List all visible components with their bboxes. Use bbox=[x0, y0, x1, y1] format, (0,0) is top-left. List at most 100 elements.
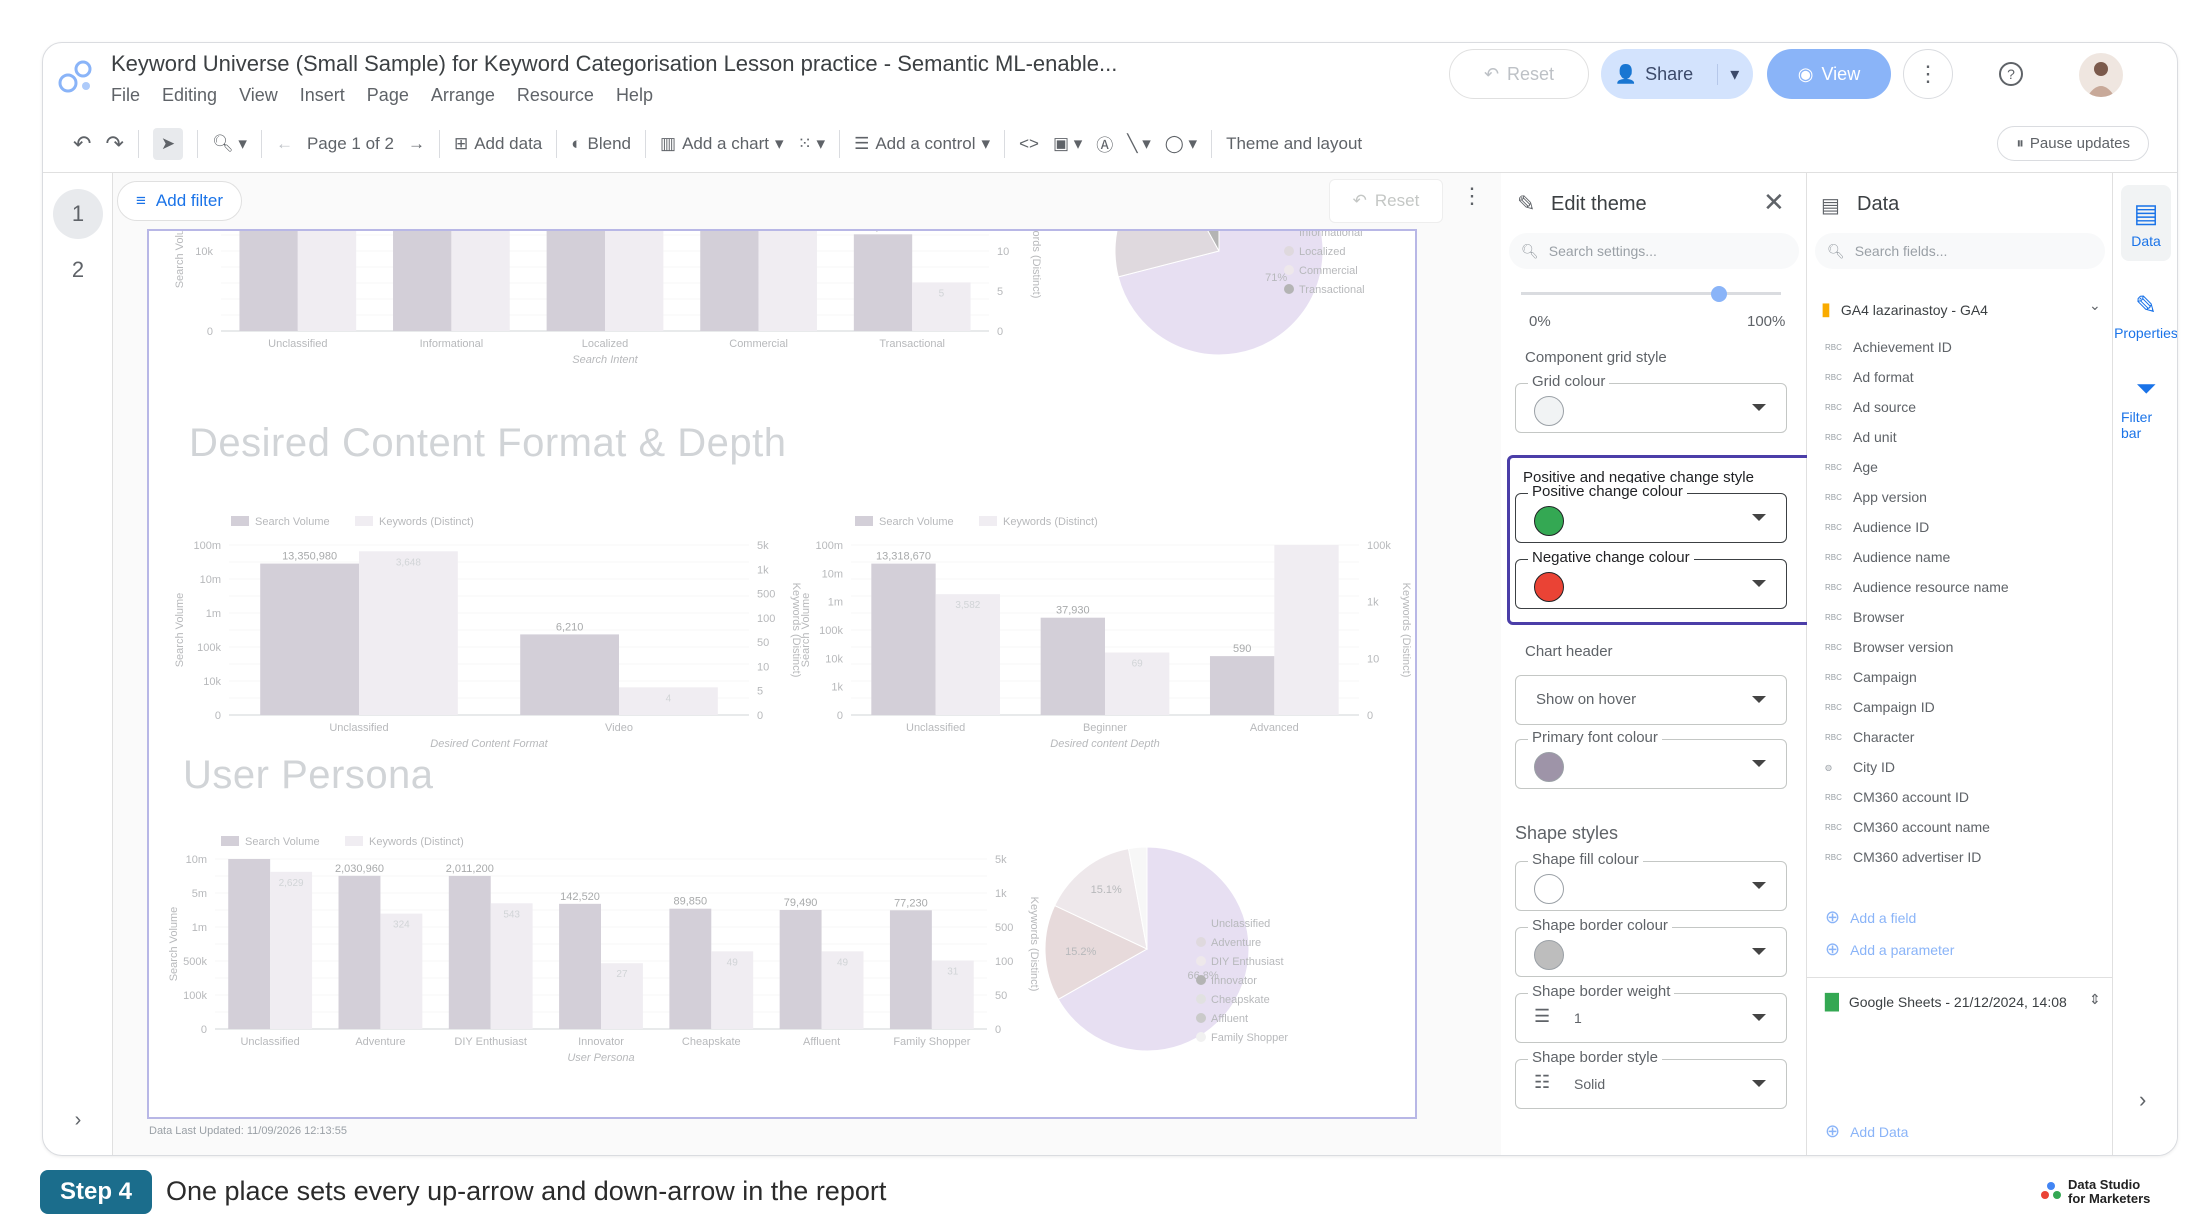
shape-border-weight-select[interactable]: Shape border weight ☰ 1 bbox=[1515, 983, 1787, 1043]
brand-logo: Data Studio for Marketers bbox=[2040, 1178, 2150, 1206]
data-field-item[interactable]: RBC Audience resource name bbox=[1825, 579, 2009, 595]
menu-file[interactable]: File bbox=[111, 85, 140, 106]
data-field-label: Achievement ID bbox=[1853, 339, 1952, 355]
filter-icon: ⏷ bbox=[2135, 373, 2157, 403]
data-field-item[interactable]: ◍ City ID bbox=[1825, 759, 1895, 775]
looker-studio-logo[interactable] bbox=[57, 57, 95, 95]
field-search-input[interactable]: 🔍︎ Search fields... bbox=[1815, 233, 2105, 269]
blend-button[interactable]: ◐ Blend bbox=[571, 134, 631, 154]
primary-font-colour-picker[interactable]: Primary font colour bbox=[1515, 729, 1787, 789]
share-button[interactable]: 👤 Share ▾ bbox=[1601, 49, 1753, 99]
data-field-item[interactable]: RBC Ad unit bbox=[1825, 429, 1897, 445]
data-field-item[interactable]: RBC Browser version bbox=[1825, 639, 1953, 655]
menu-insert[interactable]: Insert bbox=[300, 85, 345, 106]
data-field-item[interactable]: RBC Ad format bbox=[1825, 369, 1914, 385]
rail-data-tab[interactable]: ▤ Data bbox=[2121, 185, 2171, 261]
source-expand-icon[interactable]: ⇕ bbox=[2089, 991, 2101, 1008]
chevron-down-icon bbox=[1752, 1080, 1766, 1087]
menu-page[interactable]: Page bbox=[367, 85, 409, 106]
shape-icon[interactable]: ◯ ▾ bbox=[1165, 134, 1197, 154]
canvas-more-icon[interactable]: ⋮ bbox=[1461, 183, 1483, 209]
add-field-button[interactable]: ⊕ Add a field bbox=[1825, 907, 1916, 928]
add-parameter-button[interactable]: ⊕ Add a parameter bbox=[1825, 939, 1954, 960]
undo-arrow-icon: ↶ bbox=[1352, 191, 1367, 210]
data-source-selector[interactable]: ▮ GA4 lazarinastoy - GA4 bbox=[1821, 299, 1988, 320]
positive-colour-picker[interactable]: Positive change colour bbox=[1515, 483, 1787, 543]
data-field-item[interactable]: RBC App version bbox=[1825, 489, 1927, 505]
shape-fill-colour-label: Shape fill colour bbox=[1528, 851, 1643, 868]
collapse-panel-icon[interactable]: › bbox=[2139, 1087, 2146, 1113]
report-title[interactable]: Keyword Universe (Small Sample) for Keyw… bbox=[111, 51, 1117, 77]
page-thumb-2[interactable]: 2 bbox=[53, 245, 103, 295]
avatar[interactable] bbox=[2079, 53, 2123, 97]
close-icon[interactable]: ✕ bbox=[1763, 187, 1785, 218]
sheets-source-selector[interactable]: ▇ Google Sheets - 21/12/2024, 14:08 bbox=[1825, 991, 2067, 1012]
undo-icon[interactable]: ↶ bbox=[73, 131, 91, 157]
text-type-icon: RBC bbox=[1825, 492, 1842, 502]
rail-filter-bar-tab[interactable]: ⏷ Filter bar bbox=[2121, 369, 2171, 445]
rail-properties-tab[interactable]: ✎ Properties bbox=[2114, 277, 2177, 353]
legend-label-sv: Search Volume bbox=[879, 516, 954, 528]
pie-legend-label: Cheapskate bbox=[1211, 994, 1270, 1006]
y-axis-label-left: Search Volume bbox=[174, 593, 186, 668]
prev-page-icon[interactable]: ← bbox=[276, 134, 293, 154]
shape-border-style-select[interactable]: Shape border style ☷ Solid bbox=[1515, 1049, 1787, 1109]
pause-updates-button[interactable]: ⏸ Pause updates bbox=[1997, 126, 2149, 161]
divider bbox=[839, 129, 841, 158]
add-data-panel-button[interactable]: ⊕ Add Data bbox=[1825, 1121, 1908, 1142]
shape-fill-colour-picker[interactable]: Shape fill colour bbox=[1515, 851, 1787, 911]
data-field-item[interactable]: RBC Campaign bbox=[1825, 669, 1917, 685]
zoom-icon[interactable]: 🔍︎ ▾ bbox=[212, 134, 247, 154]
expand-panel-icon[interactable]: › bbox=[53, 1095, 103, 1145]
line-icon[interactable]: ╲ ▾ bbox=[1127, 134, 1151, 154]
grid-colour-picker[interactable]: Grid colour bbox=[1515, 373, 1787, 433]
menu-help[interactable]: Help bbox=[616, 85, 653, 106]
negative-colour-picker[interactable]: Negative change colour bbox=[1515, 549, 1787, 609]
opacity-slider-track[interactable] bbox=[1521, 292, 1781, 295]
add-chart-button[interactable]: ▥ Add a chart ▾ bbox=[660, 134, 784, 154]
shape-border-colour-picker[interactable]: Shape border colour bbox=[1515, 917, 1787, 977]
data-field-item[interactable]: RBC Browser bbox=[1825, 609, 1904, 625]
data-field-item[interactable]: RBC Ad source bbox=[1825, 399, 1916, 415]
menu-editing[interactable]: Editing bbox=[162, 85, 217, 106]
theme-layout-button[interactable]: Theme and layout bbox=[1226, 134, 1362, 154]
add-data-button[interactable]: ⊞ Add data bbox=[454, 134, 542, 154]
add-filter-button[interactable]: ≡ Add filter bbox=[117, 181, 243, 221]
image-icon[interactable]: ▣ ▾ bbox=[1053, 134, 1082, 154]
theme-search-input[interactable]: 🔍︎ Search settings... bbox=[1509, 233, 1799, 269]
view-button[interactable]: ◉ View bbox=[1767, 49, 1891, 99]
canvas-reset-button[interactable]: ↶ Reset bbox=[1329, 179, 1443, 223]
community-viz-icon[interactable]: ⁙ ▾ bbox=[798, 134, 826, 154]
data-label-sv: 37,930 bbox=[1056, 605, 1090, 617]
pie-legend-label: Informational bbox=[1299, 231, 1363, 239]
data-field-item[interactable]: RBC Audience name bbox=[1825, 549, 1950, 565]
source-expand-icon[interactable]: ⌄ bbox=[2089, 297, 2101, 314]
more-options-icon[interactable]: ⋮ bbox=[1903, 49, 1953, 99]
next-page-icon[interactable]: → bbox=[408, 134, 425, 154]
add-control-button[interactable]: ☰ Add a control ▾ bbox=[854, 134, 990, 154]
opacity-slider-handle[interactable] bbox=[1711, 286, 1727, 302]
data-field-item[interactable]: RBC Age bbox=[1825, 459, 1878, 475]
data-field-item[interactable]: RBC CM360 account name bbox=[1825, 819, 1990, 835]
data-label-kw: 324 bbox=[393, 920, 410, 931]
menu-view[interactable]: View bbox=[239, 85, 278, 106]
page-thumb-1[interactable]: 1 bbox=[53, 189, 103, 239]
text-box-icon[interactable]: Ⓐ bbox=[1096, 131, 1113, 156]
menu-arrange[interactable]: Arrange bbox=[431, 85, 495, 106]
menu-resource[interactable]: Resource bbox=[517, 85, 594, 106]
data-field-item[interactable]: RBC Campaign ID bbox=[1825, 699, 1935, 715]
data-field-item[interactable]: RBC Audience ID bbox=[1825, 519, 1929, 535]
reset-button[interactable]: ↶ Reset bbox=[1449, 49, 1589, 99]
embed-code-icon[interactable]: <> bbox=[1019, 134, 1039, 154]
data-field-item[interactable]: RBC CM360 account ID bbox=[1825, 789, 1969, 805]
data-field-item[interactable]: RBC Character bbox=[1825, 729, 1914, 745]
select-cursor-icon[interactable]: ➤ bbox=[152, 127, 184, 160]
slider-min-label: 0% bbox=[1529, 313, 1551, 330]
help-icon[interactable]: ? bbox=[1991, 49, 2031, 99]
data-field-item[interactable]: RBC CM360 advertiser ID bbox=[1825, 849, 1981, 865]
share-dropdown-icon[interactable]: ▾ bbox=[1717, 63, 1739, 85]
chart-header-select[interactable]: Show on hover bbox=[1515, 675, 1787, 725]
data-field-item[interactable]: RBC Achievement ID bbox=[1825, 339, 1952, 355]
redo-icon[interactable]: ↷ bbox=[105, 131, 123, 157]
pie-legend-dot bbox=[1196, 975, 1206, 985]
